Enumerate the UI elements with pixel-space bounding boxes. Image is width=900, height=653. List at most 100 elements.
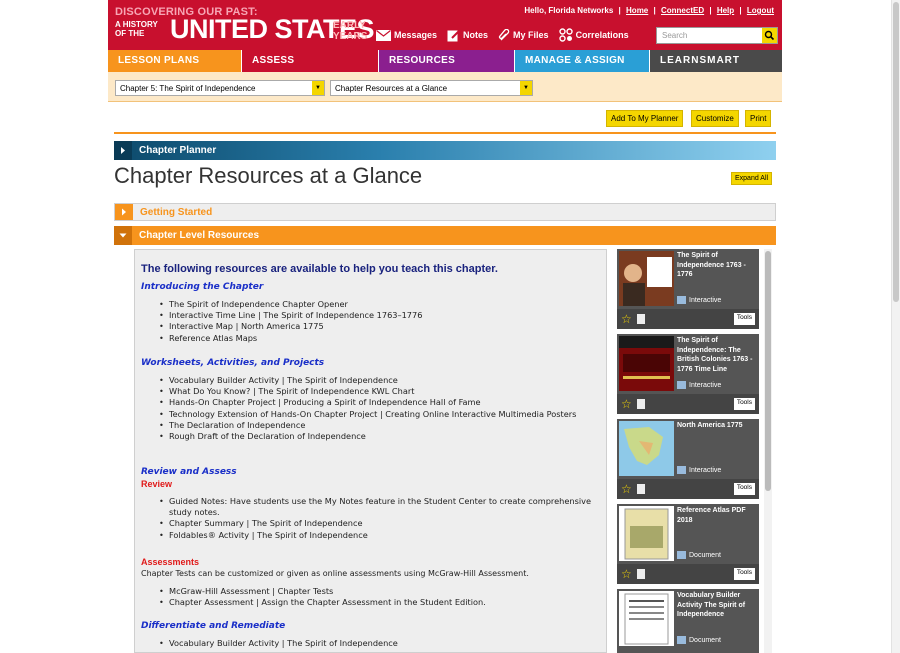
card-footer: ☆ Tools: [617, 564, 759, 584]
tools-button[interactable]: Tools: [733, 398, 755, 410]
atlas-thumbnail-icon: [619, 506, 674, 561]
interactive-icon: [677, 296, 686, 304]
card-type-label: Document: [689, 636, 721, 644]
list-item[interactable]: Interactive Time Line | The Spirit of In…: [157, 310, 602, 321]
document-icon: [637, 399, 645, 409]
search-placeholder: Search: [662, 31, 688, 40]
chevron-down-icon: [119, 233, 127, 238]
messages-label: Messages: [394, 30, 438, 40]
greeting: Hello, Florida Networks: [524, 6, 614, 15]
header: DISCOVERING OUR PAST: A HISTORY OF THE U…: [108, 0, 782, 50]
resource-card[interactable]: The Spirit of Independence: The British …: [617, 334, 759, 414]
expand-arrow: [115, 204, 133, 220]
star-icon[interactable]: ☆: [621, 482, 632, 496]
resource-card[interactable]: Reference Atlas PDF 2018 Document ☆ Tool…: [617, 504, 759, 584]
list-item[interactable]: Chapter Summary | The Spirit of Independ…: [157, 518, 602, 529]
page-scrollbar[interactable]: [891, 0, 900, 653]
list-item[interactable]: Technology Extension of Hands-On Chapter…: [157, 409, 602, 420]
note-pencil-icon: [447, 29, 460, 41]
list-item[interactable]: McGraw-Hill Assessment | Chapter Tests: [157, 586, 602, 597]
resources-panel: The following resources are available to…: [134, 249, 607, 653]
section-heading-review[interactable]: Review and Assess: [141, 467, 237, 477]
customize-button[interactable]: Customize: [691, 110, 739, 127]
page-scrollbar-thumb[interactable]: [893, 2, 899, 302]
assessments-subheading: Assessments: [141, 557, 200, 567]
chapter-select[interactable]: Chapter 5: The Spirit of Independence ▼: [115, 80, 325, 96]
list-item[interactable]: The Declaration of Independence: [157, 420, 602, 431]
resource-card[interactable]: The Spirit of Independence 1763 - 1776 I…: [617, 249, 759, 329]
logout-link[interactable]: Logout: [747, 6, 774, 15]
resource-card[interactable]: Vocabulary Builder Activity The Spirit o…: [617, 589, 759, 653]
card-type-label: Interactive: [689, 466, 722, 474]
list-item[interactable]: Reference Atlas Maps: [157, 333, 602, 344]
card-thumbnail: [619, 251, 674, 306]
view-select[interactable]: Chapter Resources at a Glance ▼: [330, 80, 533, 96]
print-button[interactable]: Print: [745, 110, 772, 127]
page: DISCOVERING OUR PAST: A HISTORY OF THE U…: [0, 0, 900, 653]
logo-line-2a: A HISTORY: [115, 20, 158, 29]
tools-button[interactable]: Tools: [733, 483, 755, 495]
main-frame: DISCOVERING OUR PAST: A HISTORY OF THE U…: [108, 0, 782, 653]
star-icon[interactable]: ☆: [621, 567, 632, 581]
chapter-planner-bar[interactable]: Chapter Planner: [114, 141, 776, 160]
add-to-planner-button[interactable]: Add To My Planner: [606, 110, 684, 127]
expand-all-button[interactable]: Expand All: [731, 172, 773, 185]
list-item[interactable]: The Spirit of Independence Chapter Opene…: [157, 299, 602, 310]
intro-heading: The following resources are available to…: [141, 263, 498, 275]
chapter-planner-label: Chapter Planner: [139, 145, 217, 156]
section-heading-worksheets[interactable]: Worksheets, Activities, and Projects: [141, 358, 324, 368]
correlations-label: Correlations: [575, 30, 629, 40]
help-link[interactable]: Help: [717, 6, 734, 15]
card-title: The Spirit of Independence 1763 - 1776: [677, 252, 746, 278]
chevron-down-icon: ▼: [520, 81, 532, 95]
connected-link[interactable]: ConnectED: [661, 6, 704, 15]
my-files-tool[interactable]: My Files: [498, 28, 549, 42]
section-heading-differentiate[interactable]: Differentiate and Remediate: [141, 621, 285, 631]
cards-scrollbar-thumb[interactable]: [765, 251, 771, 491]
list-item[interactable]: Interactive Map | North America 1775: [157, 321, 602, 332]
messages-tool[interactable]: Messages: [376, 29, 438, 41]
tab-lesson-plans[interactable]: LESSON PLANS: [108, 50, 242, 72]
list-item[interactable]: What Do You Know? | The Spirit of Indepe…: [157, 386, 602, 397]
cards-scrollbar[interactable]: [764, 249, 772, 653]
correlations-tool[interactable]: Correlations: [558, 28, 629, 42]
notes-tool[interactable]: Notes: [447, 29, 488, 42]
home-link[interactable]: Home: [626, 6, 648, 15]
card-footer: ☆ Tools: [617, 309, 759, 329]
worksheets-list: Vocabulary Builder Activity | The Spirit…: [157, 375, 602, 442]
resource-cards: The Spirit of Independence 1763 - 1776 I…: [617, 249, 759, 653]
star-icon[interactable]: ☆: [621, 397, 632, 411]
search-input[interactable]: Search: [656, 27, 778, 44]
tools-button[interactable]: Tools: [733, 313, 755, 325]
chapter-level-label: Chapter Level Resources: [139, 230, 260, 241]
list-item[interactable]: Foldables® Activity | The Spirit of Inde…: [157, 530, 602, 541]
header-tools: Messages Notes My Files Correlations: [376, 28, 639, 42]
logo-sub-1: EARLY: [333, 20, 366, 31]
list-item[interactable]: Rough Draft of the Declaration of Indepe…: [157, 431, 602, 442]
tab-manage-assign[interactable]: MANAGE & ASSIGN: [515, 50, 650, 72]
resource-card[interactable]: North America 1775 Interactive ☆ Tools: [617, 419, 759, 499]
logo-subtitle: EARLY YEARS: [333, 20, 367, 42]
list-item[interactable]: Vocabulary Builder Activity | The Spirit…: [157, 375, 602, 386]
chapter-level-resources-bar[interactable]: Chapter Level Resources: [114, 226, 776, 245]
tab-resources[interactable]: RESOURCES: [379, 50, 515, 72]
tools-button[interactable]: Tools: [733, 568, 755, 580]
card-type-label: Interactive: [689, 381, 722, 389]
getting-started-bar[interactable]: Getting Started: [114, 203, 776, 221]
assessments-list: McGraw-Hill Assessment | Chapter Tests C…: [157, 586, 602, 609]
list-item[interactable]: Vocabulary Builder Activity | The Spirit…: [157, 638, 602, 649]
chevron-down-icon: ▼: [312, 81, 324, 95]
differentiate-list: Vocabulary Builder Activity | The Spirit…: [157, 638, 602, 649]
map-thumbnail-icon: [619, 421, 674, 476]
tab-learnsmart[interactable]: LEARNSMART: [650, 50, 782, 72]
list-item[interactable]: Hands-On Chapter Project | Producing a S…: [157, 397, 602, 408]
card-footer: ☆ Tools: [617, 479, 759, 499]
document-icon: [637, 569, 645, 579]
search-button[interactable]: [762, 28, 777, 43]
collapse-arrow: [114, 226, 132, 245]
section-heading-introducing[interactable]: Introducing the Chapter: [141, 282, 263, 292]
tab-assess[interactable]: ASSESS: [242, 50, 379, 72]
star-icon[interactable]: ☆: [621, 312, 632, 326]
list-item[interactable]: Chapter Assessment | Assign the Chapter …: [157, 597, 602, 608]
document-icon: [637, 314, 645, 324]
